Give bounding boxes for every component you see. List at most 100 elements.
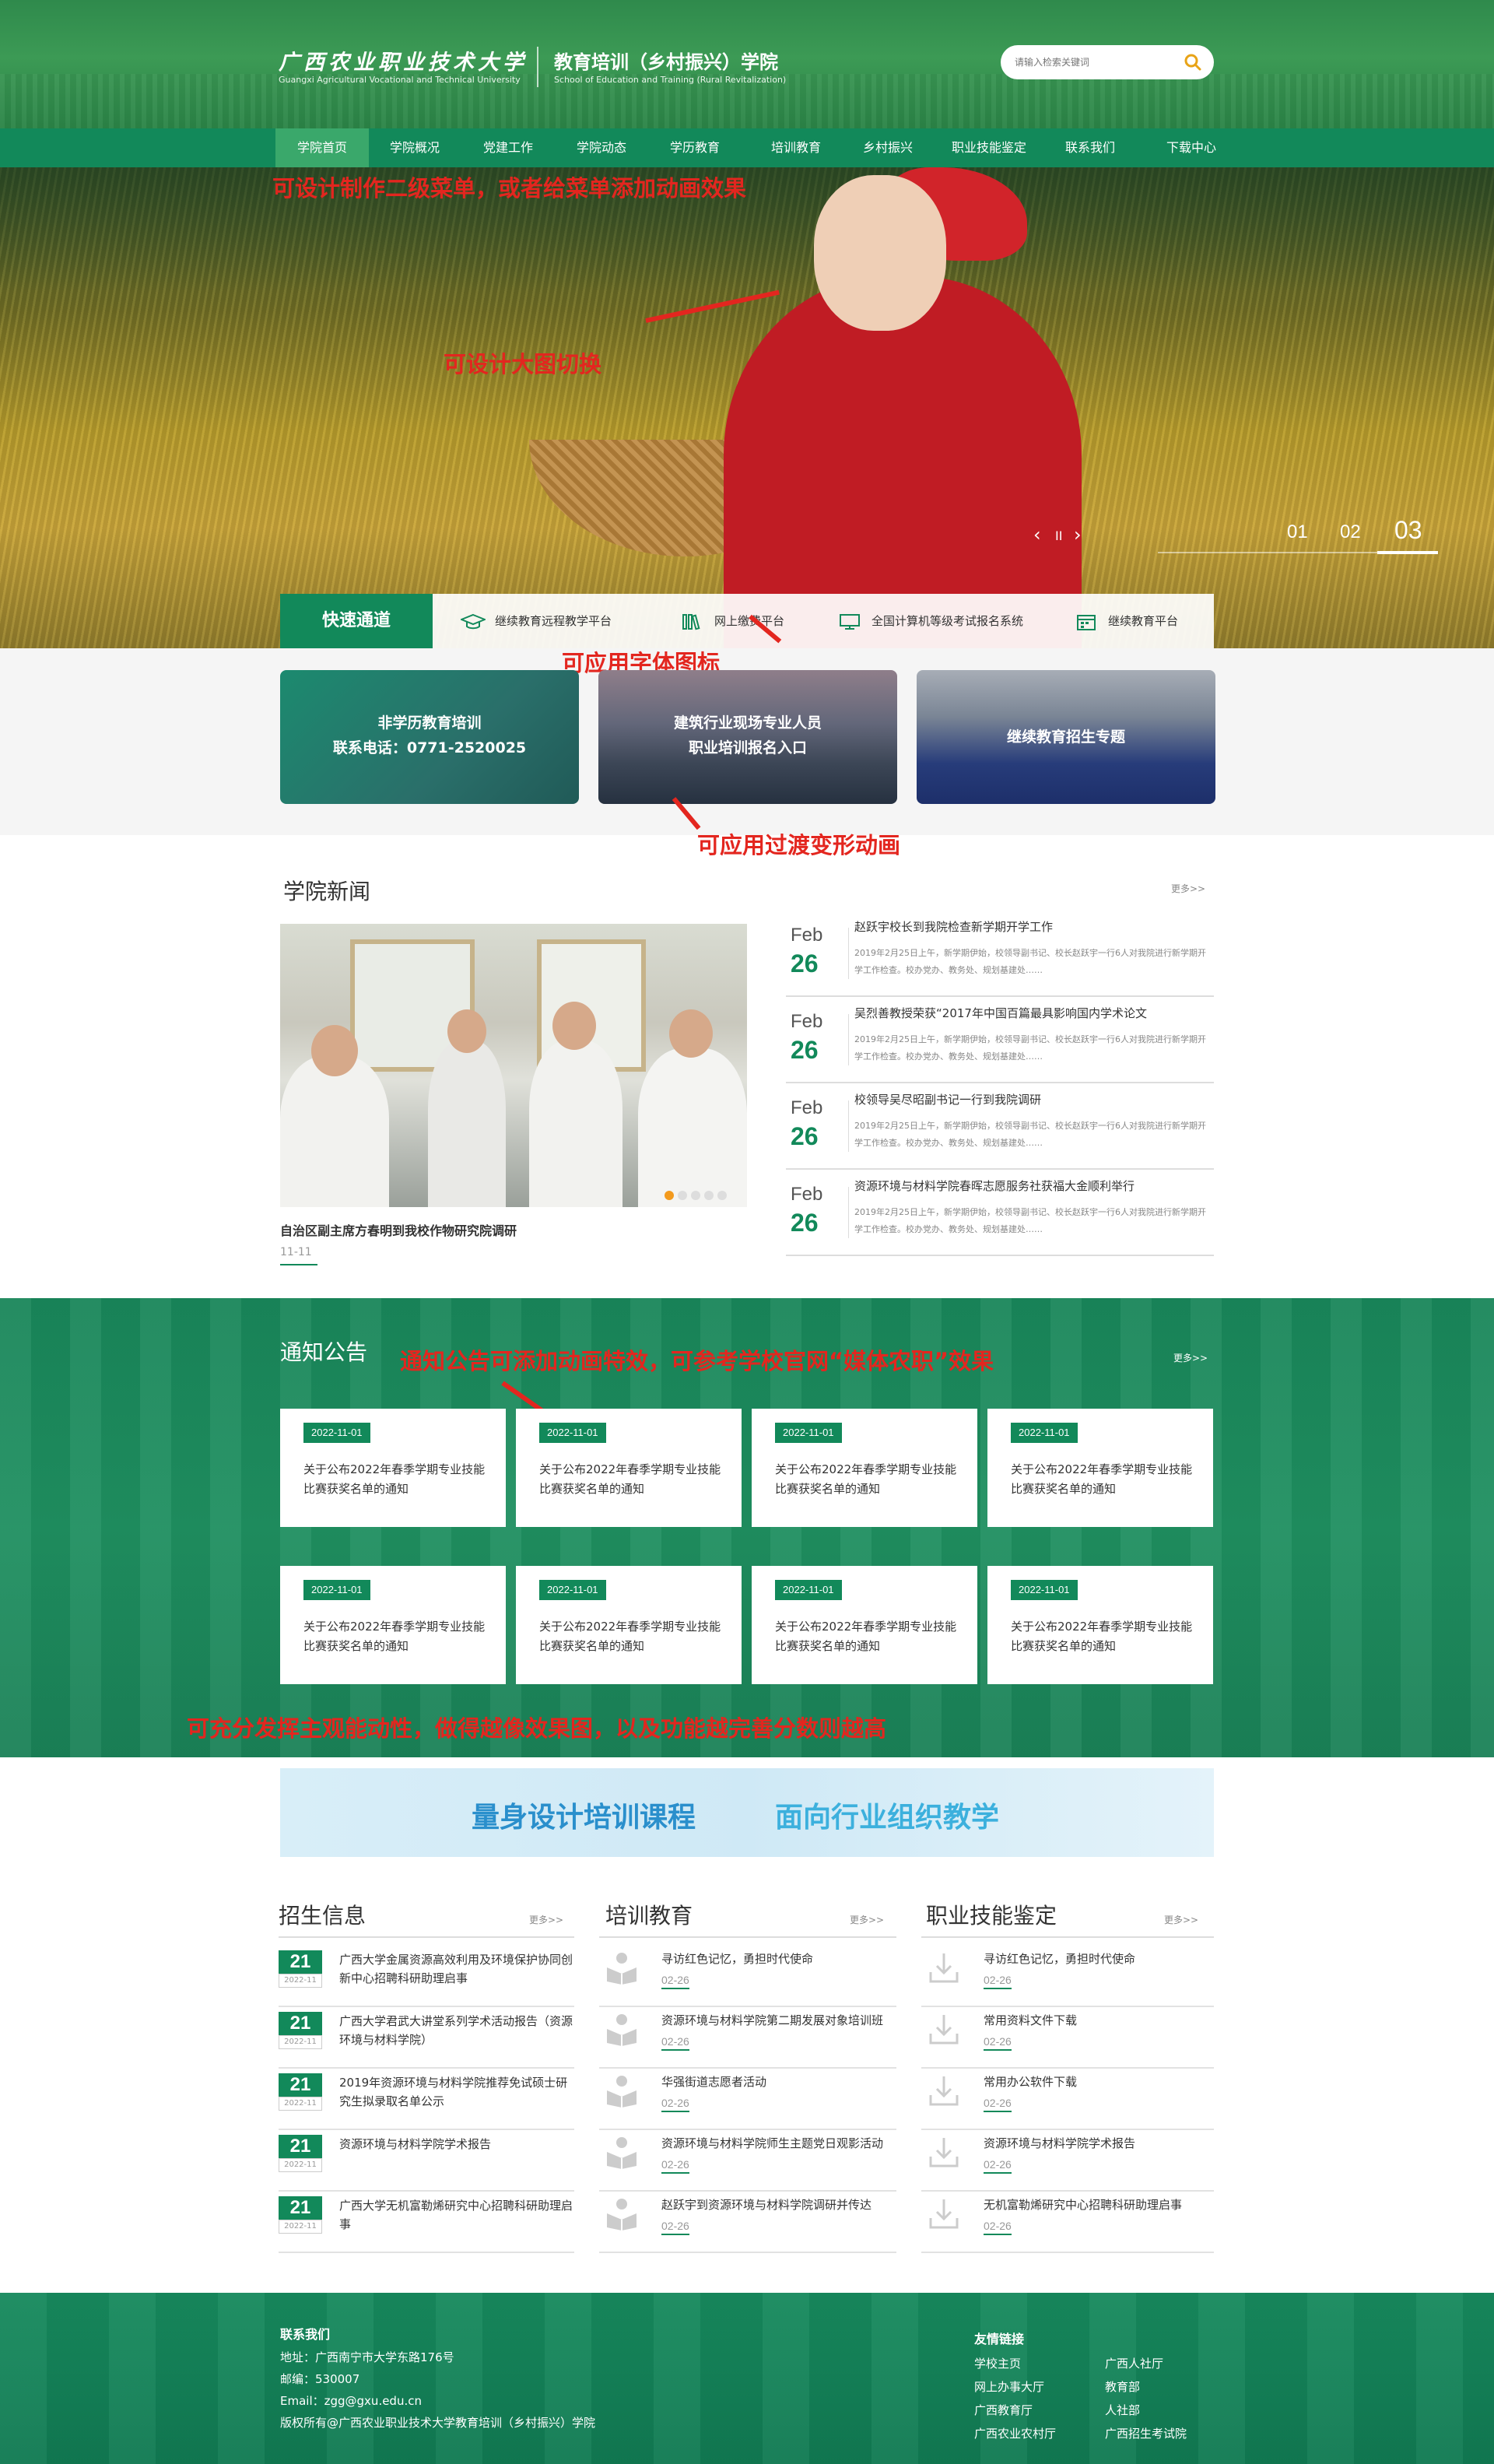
admission-item[interactable]: 21 2022-11 广西大学君武大讲堂系列学术活动报告（资源环境与材料学院）: [279, 2007, 574, 2069]
search-box: [1001, 45, 1214, 79]
skills-item[interactable]: 资源环境与材料学院学术报告 02-26: [921, 2130, 1214, 2192]
item-title: 广西大学君武大讲堂系列学术活动报告（资源环境与材料学院）: [339, 2014, 573, 2047]
notice-title: 关于公布2022年春季学期专业技能比赛获奖名单的通知: [775, 1620, 957, 1653]
notice-more-link[interactable]: 更多>>: [1173, 1351, 1208, 1364]
training-more-link[interactable]: 更多>>: [850, 1913, 884, 1926]
nav-item-overview[interactable]: 学院概况: [372, 128, 458, 167]
carousel-dot[interactable]: [717, 1191, 727, 1200]
quick-link-payment[interactable]: 网上缴费平台: [680, 594, 784, 648]
item-date: 02-26: [661, 2158, 689, 2174]
search-icon[interactable]: [1183, 53, 1203, 72]
site-footer: 联系我们 地址：广西南宁市大学东路176号 邮编：530007 Email：zg…: [0, 2293, 1494, 2464]
footer-link[interactable]: 网上办事大厅: [974, 2378, 1044, 2395]
footer-email[interactable]: Email：zgg@gxu.edu.cn: [280, 2392, 422, 2409]
notice-card[interactable]: 2022-11-01 关于公布2022年春季学期专业技能比赛获奖名单的通知: [987, 1409, 1213, 1527]
carousel-dot[interactable]: [665, 1191, 674, 1200]
nav-item-news[interactable]: 学院动态: [559, 128, 644, 167]
notice-card[interactable]: 2022-11-01 关于公布2022年春季学期专业技能比赛获奖名单的通知: [280, 1409, 506, 1527]
news-list-item[interactable]: Feb 26 资源环境与材料学院春晖志愿服务社获福大金顺利举行 2019年2月2…: [786, 1170, 1214, 1256]
nav-item-download[interactable]: 下载中心: [1149, 128, 1234, 167]
admission-item[interactable]: 21 2022-11 资源环境与材料学院学术报告: [279, 2130, 574, 2192]
admission-item[interactable]: 21 2022-11 广西大学无机富勒烯研究中心招聘科研助理启事: [279, 2192, 574, 2253]
news-list-item[interactable]: Feb 26 吴烈善教授荣获“2017年中国百篇最具影响国内学术论文 2019年…: [786, 997, 1214, 1083]
carousel-dot[interactable]: [691, 1191, 700, 1200]
news-summary: 2019年2月25日上午，新学期伊始，校领导副书记、校长赵跃宇一行6人对我院进行…: [854, 1207, 1206, 1234]
nav-item-skills[interactable]: 职业技能鉴定: [938, 128, 1040, 167]
item-title: 华强街道志愿者活动: [661, 2075, 767, 2089]
skills-item[interactable]: 寻访红色记忆，勇担时代使命 02-26: [921, 1946, 1214, 2007]
footer-link[interactable]: 广西教育厅: [974, 2402, 1033, 2418]
news-list-item[interactable]: Feb 26 赵跃宇校长到我院检查新学期开学工作 2019年2月25日上午，新学…: [786, 911, 1214, 997]
footer-link[interactable]: 广西招生考试院: [1105, 2425, 1187, 2441]
notice-card[interactable]: 2022-11-01 关于公布2022年春季学期专业技能比赛获奖名单的通知: [987, 1566, 1213, 1684]
news-more-link[interactable]: 更多>>: [1171, 882, 1205, 895]
nav-item-rural[interactable]: 乡村振兴: [845, 128, 931, 167]
quick-link-continuing-edu[interactable]: 继续教育平台: [1074, 594, 1178, 648]
item-month: 2022-11: [279, 2097, 322, 2111]
search-input[interactable]: [1015, 54, 1178, 71]
training-item[interactable]: 华强街道志愿者活动 02-26: [599, 2069, 896, 2130]
feature-card-training[interactable]: 非学历教育培训 联系电话：0771-2520025: [280, 670, 579, 804]
banner-prev-button[interactable]: ‹: [1033, 524, 1041, 546]
item-date: 02-26: [661, 2097, 689, 2112]
admissions-more-link[interactable]: 更多>>: [529, 1913, 563, 1926]
footer-link[interactable]: 广西农业农村厅: [974, 2425, 1056, 2441]
promo-banner[interactable]: 量身设计培训课程 面向行业组织教学: [280, 1768, 1214, 1857]
skills-item[interactable]: 常用资料文件下载 02-26: [921, 2007, 1214, 2069]
slide-indicator-1[interactable]: 01: [1287, 521, 1308, 543]
item-date: 02-26: [661, 2035, 689, 2051]
featured-news-image[interactable]: [280, 924, 747, 1207]
notice-section: 通知公告 更多>> 通知公告可添加动画特效，可参考学校官网“媒体农职”效果 20…: [0, 1298, 1494, 1757]
feature-card-title: 继续教育招生专题: [1006, 728, 1125, 746]
item-date: 02-26: [984, 2158, 1012, 2174]
notice-card[interactable]: 2022-11-01 关于公布2022年春季学期专业技能比赛获奖名单的通知: [516, 1409, 742, 1527]
training-item[interactable]: 寻访红色记忆，勇担时代使命 02-26: [599, 1946, 896, 2007]
featured-news-title[interactable]: 自治区副主席方春明到我校作物研究院调研: [280, 1220, 517, 1239]
quick-link-remote-teaching[interactable]: 继续教育远程教学平台: [459, 594, 612, 648]
featured-news-date: 11-11: [280, 1246, 312, 1258]
item-month: 2022-11: [279, 1974, 322, 1988]
notice-card[interactable]: 2022-11-01 关于公布2022年春季学期专业技能比赛获奖名单的通知: [752, 1409, 977, 1527]
nav-item-party[interactable]: 党建工作: [465, 128, 551, 167]
carousel-dot[interactable]: [704, 1191, 714, 1200]
notice-card[interactable]: 2022-11-01 关于公布2022年春季学期专业技能比赛获奖名单的通知: [280, 1566, 506, 1684]
footer-link[interactable]: 广西人社厅: [1105, 2355, 1163, 2371]
skills-more-link[interactable]: 更多>>: [1164, 1913, 1198, 1926]
news-month: Feb: [791, 1184, 823, 1205]
feature-card-construction[interactable]: 建筑行业现场专业人员 职业培训报名入口: [598, 670, 897, 804]
news-list-item[interactable]: Feb 26 校领导吴尽昭副书记一行到我院调研 2019年2月25日上午，新学期…: [786, 1083, 1214, 1170]
nav-item-contact[interactable]: 联系我们: [1047, 128, 1133, 167]
training-item[interactable]: 资源环境与材料学院第二期发展对象培训班 02-26: [599, 2007, 896, 2069]
feature-card-admissions[interactable]: 继续教育招生专题: [917, 670, 1215, 804]
item-date: 02-26: [984, 2220, 1012, 2235]
nav-item-home[interactable]: 学院首页: [275, 128, 369, 167]
admission-item[interactable]: 21 2022-11 2019年资源环境与材料学院推荐免试硕士研究生拟录取名单公示: [279, 2069, 574, 2130]
nav-item-training[interactable]: 培训教育: [753, 128, 839, 167]
item-day: 21: [279, 2073, 322, 2097]
admissions-title: 招生信息: [279, 1903, 366, 1929]
footer-link[interactable]: 人社部: [1105, 2402, 1140, 2418]
logo-chinese[interactable]: 广西农业职业技术大学: [279, 45, 528, 75]
slide-indicator-2[interactable]: 02: [1340, 521, 1361, 543]
banner-next-button[interactable]: ›: [1074, 524, 1082, 546]
slide-indicator-3[interactable]: 03: [1394, 516, 1422, 545]
footer-link[interactable]: 教育部: [1105, 2378, 1140, 2395]
notice-date: 2022-11-01: [775, 1423, 842, 1443]
carousel-dot[interactable]: [678, 1191, 687, 1200]
skills-item[interactable]: 常用办公软件下载 02-26: [921, 2069, 1214, 2130]
training-item[interactable]: 资源环境与材料学院师生主题党日观影活动 02-26: [599, 2130, 896, 2192]
footer-link[interactable]: 学校主页: [974, 2355, 1021, 2371]
feature-card-title: 非学历教育培训: [377, 714, 482, 732]
nav-item-degree[interactable]: 学历教育: [652, 128, 738, 167]
notice-card[interactable]: 2022-11-01 关于公布2022年春季学期专业技能比赛获奖名单的通知: [752, 1566, 977, 1684]
banner-pause-button[interactable]: II: [1055, 528, 1062, 543]
notice-card[interactable]: 2022-11-01 关于公布2022年春季学期专业技能比赛获奖名单的通知: [516, 1566, 742, 1684]
quick-access-bar: 快速通道 继续教育远程教学平台 网上缴费平台 全国计算机等级考试报名系统 继续教…: [280, 594, 1214, 648]
skills-item[interactable]: 无机富勒烯研究中心招聘科研助理启事 02-26: [921, 2192, 1214, 2253]
item-title: 寻访红色记忆，勇担时代使命: [661, 1952, 814, 1966]
admission-item[interactable]: 21 2022-11 广西大学金属资源高效利用及环境保护协同创新中心招聘科研助理启事: [279, 1946, 574, 2007]
training-item[interactable]: 赵跃宇到资源环境与材料学院调研并传达 02-26: [599, 2192, 896, 2253]
item-date: 02-26: [661, 1974, 689, 1989]
quick-link-exam-registration[interactable]: 全国计算机等级考试报名系统: [837, 594, 1023, 648]
download-icon: [926, 2073, 962, 2108]
